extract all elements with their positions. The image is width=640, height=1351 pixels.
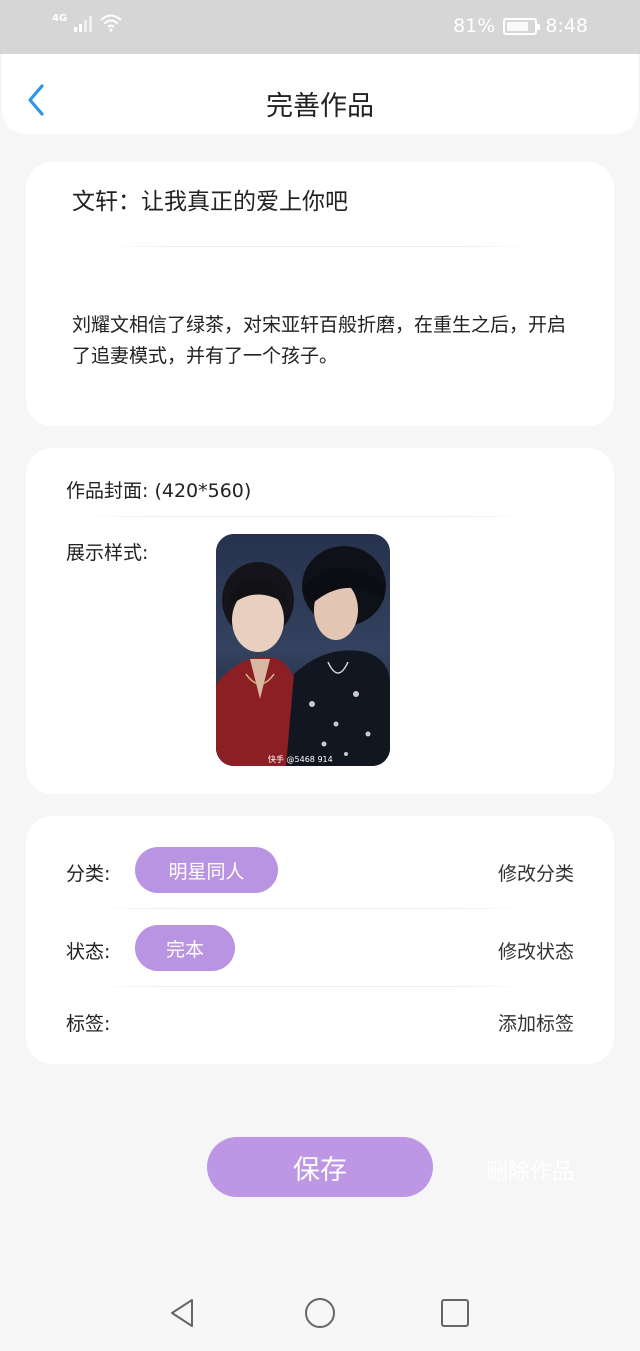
status-label: 状态:: [66, 941, 111, 963]
recents-square-icon: [441, 1299, 469, 1327]
top-nav-bar: 完善作品: [2, 54, 638, 134]
wifi-icon: [100, 14, 122, 32]
divider: [90, 908, 530, 909]
cover-watermark: 快手 @5468 914: [268, 754, 333, 764]
work-title[interactable]: 文轩：让我真正的爱上你吧: [72, 182, 348, 216]
page-title: 完善作品: [266, 91, 374, 122]
meta-card: 分类: 明星同人 修改分类 状态: 完本 修改状态 标签: 添加标签: [26, 816, 614, 1064]
back-triangle-icon: [171, 1299, 193, 1327]
cover-photo-illustration: 快手 @5468 914: [216, 534, 390, 766]
signal-icon: [74, 16, 93, 32]
tags-label: 标签:: [66, 1013, 111, 1035]
status-bar: 4G 81% 8:48: [0, 0, 640, 54]
system-nav-bar: [0, 1272, 640, 1351]
battery-fill: [507, 21, 528, 31]
display-style-label: 展示样式:: [66, 542, 149, 564]
cover-label: 作品封面:: [66, 480, 149, 502]
network-type: 4G: [52, 12, 68, 24]
divider: [90, 986, 530, 987]
system-back-button[interactable]: [166, 1296, 200, 1330]
battery-percent: 81%: [453, 15, 496, 37]
modify-category-button[interactable]: 修改分类: [498, 859, 574, 886]
cover-label-row: 作品封面: (420*560): [66, 476, 251, 503]
modify-status-button[interactable]: 修改状态: [498, 937, 574, 964]
status-left: 4G: [52, 12, 123, 32]
work-info-card: 文轩：让我真正的爱上你吧 刘耀文相信了绿茶，对宋亚轩百般折磨，在重生之后，开启了…: [26, 162, 614, 426]
cover-image[interactable]: 快手 @5468 914: [216, 534, 390, 766]
work-description[interactable]: 刘耀文相信了绿茶，对宋亚轩百般折磨，在重生之后，开启了追妻模式，并有了一个孩子。: [72, 310, 572, 372]
system-recents-button[interactable]: [438, 1296, 472, 1330]
cover-card: 作品封面: (420*560) 展示样式: 快手 @5468 914: [26, 448, 614, 794]
category-label: 分类:: [66, 863, 111, 885]
cover-size: (420*560): [154, 480, 252, 502]
system-home-button[interactable]: [303, 1296, 337, 1330]
divider: [76, 516, 536, 517]
status-badge: 完本: [135, 925, 235, 971]
category-badge: 明星同人: [135, 847, 278, 893]
save-button[interactable]: 保存: [207, 1137, 433, 1197]
status-right: 81% 8:48: [453, 15, 588, 37]
add-tag-button[interactable]: 添加标签: [498, 1009, 574, 1036]
battery-icon: [503, 17, 541, 35]
delete-work-button[interactable]: 删除作品: [486, 1154, 574, 1186]
home-circle-icon: [305, 1298, 335, 1328]
divider: [98, 246, 538, 247]
clock: 8:48: [545, 15, 588, 37]
